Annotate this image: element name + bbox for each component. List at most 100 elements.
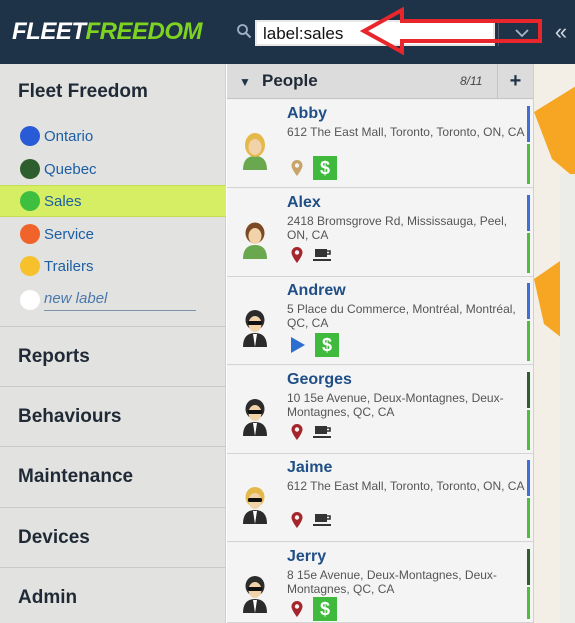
dollar-icon: $ bbox=[315, 333, 339, 357]
location-pin-icon bbox=[291, 512, 303, 528]
person-row-alex[interactable]: Alex 2418 Bromsgrove Rd, Mississauga, Pe… bbox=[227, 189, 533, 277]
coffee-icon bbox=[313, 514, 331, 526]
collapse-triangle-icon[interactable]: ▼ bbox=[239, 75, 251, 89]
nav-section-label: Devices bbox=[18, 527, 90, 548]
sidebar-title: Fleet Freedom bbox=[18, 81, 148, 102]
person-status-icons bbox=[291, 512, 333, 528]
person-status-icons: $ bbox=[291, 156, 337, 180]
sidebar-label-text: Trailers bbox=[44, 257, 94, 275]
person-address: 612 The East Mall, Toronto, Toronto, ON,… bbox=[287, 125, 525, 139]
nav-section-label: Behaviours bbox=[18, 406, 122, 427]
location-pin-icon bbox=[291, 247, 303, 263]
add-person-button[interactable]: + bbox=[497, 64, 533, 99]
dollar-icon: $ bbox=[313, 156, 337, 180]
label-color-bar bbox=[527, 410, 530, 450]
person-address: 612 The East Mall, Toronto, Toronto, ON,… bbox=[287, 479, 525, 493]
person-name: Jaime bbox=[287, 459, 333, 476]
group-color-bar bbox=[527, 549, 530, 585]
group-color-bar bbox=[527, 372, 530, 408]
person-address: 10 15e Avenue, Deux-Montagnes, Deux-Mont… bbox=[287, 391, 504, 419]
person-name: Alex bbox=[287, 194, 321, 211]
search-icon bbox=[237, 24, 252, 39]
new-label-input[interactable]: new label bbox=[44, 290, 196, 311]
blonde-user-icon bbox=[243, 133, 267, 170]
collapse-icon[interactable]: « bbox=[550, 19, 572, 45]
location-pin-icon bbox=[291, 424, 303, 440]
label-color-bar bbox=[527, 144, 530, 184]
nav-section-maintenance[interactable]: Maintenance bbox=[0, 446, 226, 506]
agent-user-icon bbox=[243, 310, 267, 347]
dollar-icon: $ bbox=[313, 597, 337, 621]
person-address: 5 Place du Commerce, Montréal, Montréal,… bbox=[287, 302, 516, 330]
sidebar-label-text: Service bbox=[44, 225, 95, 243]
nav-section-label: Reports bbox=[18, 346, 90, 367]
group-color-bar bbox=[527, 106, 530, 142]
label-color-dot bbox=[20, 159, 40, 179]
person-row-georges[interactable]: Georges 10 15e Avenue, Deux-Montagnes, D… bbox=[227, 366, 533, 454]
search-input-value: label:sales bbox=[263, 24, 344, 43]
play-icon bbox=[291, 337, 305, 353]
label-color-bar bbox=[527, 587, 530, 619]
coffee-icon bbox=[313, 249, 331, 261]
nav-section-label: Maintenance bbox=[18, 466, 134, 487]
agent-user-icon bbox=[243, 576, 267, 613]
sidebar-label-trailers[interactable]: Trailers bbox=[0, 250, 226, 282]
people-panel-title: People bbox=[262, 71, 318, 90]
new-label-row: new label bbox=[0, 284, 226, 316]
chevron-down-icon bbox=[514, 29, 529, 38]
person-row-andrew[interactable]: Andrew 5 Place du Commerce, Montréal, Mo… bbox=[227, 277, 533, 365]
people-panel-header[interactable]: ▼ People 8/11 + bbox=[227, 64, 533, 99]
person-name: Andrew bbox=[287, 282, 346, 299]
sidebar-label-text: Sales bbox=[44, 192, 82, 210]
map-view[interactable] bbox=[533, 64, 575, 623]
nav-section-behaviours[interactable]: Behaviours bbox=[0, 386, 226, 446]
map-shapes bbox=[534, 86, 575, 623]
sidebar-label-service[interactable]: Service bbox=[0, 218, 226, 250]
label-color-dot bbox=[20, 191, 40, 211]
person-status-icons: $ bbox=[291, 597, 337, 621]
nav-section-reports[interactable]: Reports bbox=[0, 326, 226, 386]
person-status-icons bbox=[291, 247, 333, 263]
label-color-bar bbox=[527, 498, 530, 538]
search-input[interactable]: label:sales bbox=[255, 20, 495, 46]
group-color-bar bbox=[527, 283, 530, 319]
label-color-dot bbox=[20, 126, 40, 146]
person-name: Jerry bbox=[287, 548, 327, 565]
sidebar-label-sales[interactable]: Sales bbox=[0, 185, 226, 217]
people-panel: ▼ People 8/11 + Abby 612 The East Mall, … bbox=[227, 64, 533, 623]
label-color-bar bbox=[527, 321, 530, 361]
brown-user-icon bbox=[243, 222, 267, 259]
person-row-abby[interactable]: Abby 612 The East Mall, Toronto, Toronto… bbox=[227, 100, 533, 188]
agent-blonde-user-icon bbox=[243, 487, 267, 524]
logo-text-fleet: FLEET bbox=[12, 18, 86, 45]
group-color-bar bbox=[527, 460, 530, 496]
person-name: Georges bbox=[287, 371, 352, 388]
sidebar-label-ontario[interactable]: Ontario bbox=[0, 120, 226, 152]
person-status-icons bbox=[291, 424, 333, 440]
person-row-jaime[interactable]: Jaime 612 The East Mall, Toronto, Toront… bbox=[227, 454, 533, 542]
sidebar-label-quebec[interactable]: Quebec bbox=[0, 153, 226, 185]
label-color-dot bbox=[20, 256, 40, 276]
nav-section-admin[interactable]: Admin bbox=[0, 567, 226, 623]
coffee-icon bbox=[313, 426, 331, 438]
search-dropdown-button[interactable] bbox=[498, 20, 544, 46]
people-count: 8/11 bbox=[460, 74, 483, 88]
label-color-bar bbox=[527, 233, 530, 273]
person-address: 8 15e Avenue, Deux-Montagnes, Deux-Monta… bbox=[287, 568, 497, 596]
person-address: 2418 Bromsgrove Rd, Mississauga, Peel, O… bbox=[287, 214, 508, 242]
top-bar: FLEETFREEDOM label:sales « bbox=[0, 0, 575, 64]
nav-section-label: Admin bbox=[18, 587, 78, 608]
sidebar-label-text: Quebec bbox=[44, 160, 97, 178]
person-row-jerry[interactable]: Jerry 8 15e Avenue, Deux-Montagnes, Deux… bbox=[227, 543, 533, 623]
agent-user-icon bbox=[243, 399, 267, 436]
group-color-bar bbox=[527, 195, 530, 231]
logo-text-freedom: FREEDOM bbox=[85, 18, 203, 45]
label-color-dot bbox=[20, 224, 40, 244]
app-logo[interactable]: FLEETFREEDOM bbox=[12, 18, 202, 46]
location-pin-icon bbox=[291, 601, 303, 617]
person-status-icons: $ bbox=[291, 333, 339, 357]
person-name: Abby bbox=[287, 105, 327, 122]
sidebar: Fleet Freedom Ontario Quebec Sales Servi… bbox=[0, 64, 226, 623]
nav-section-devices[interactable]: Devices bbox=[0, 507, 226, 567]
location-pin-icon bbox=[291, 160, 303, 176]
